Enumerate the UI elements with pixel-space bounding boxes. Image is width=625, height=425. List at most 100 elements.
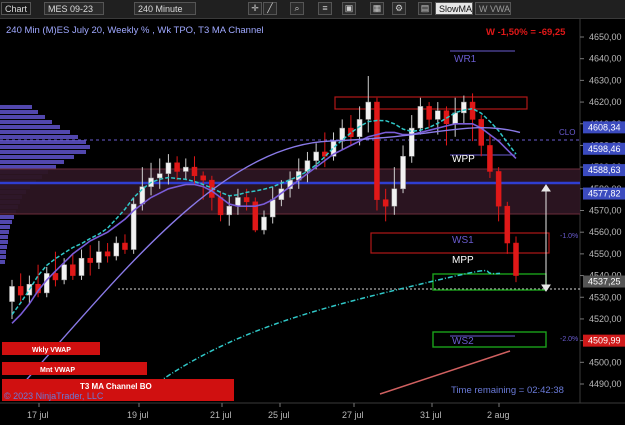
interval-selector[interactable]: 240 Minute xyxy=(134,2,196,15)
candle-body xyxy=(217,197,224,216)
candle xyxy=(252,197,259,233)
price-tick-label: 4530,00 xyxy=(589,292,622,302)
chart-tab[interactable]: Chart xyxy=(1,2,31,15)
price-chart[interactable]: Wkly VWAP Mnt VWAP T3 MA Channel BO © 20… xyxy=(0,19,625,425)
time-tick-label: 19 jul xyxy=(127,410,149,420)
price-tick-label: 4560,00 xyxy=(589,227,622,237)
settings-icon[interactable]: ⚙ xyxy=(392,2,406,15)
price-tick-label: 4490,00 xyxy=(589,379,622,389)
candle-body xyxy=(235,197,241,207)
instrument-selector[interactable]: MES 09-23 xyxy=(44,2,104,15)
candle-body xyxy=(200,175,206,181)
lock-icon[interactable]: ▣ xyxy=(342,2,356,15)
candle xyxy=(513,236,519,283)
price-label-text: 4509,99 xyxy=(588,336,621,346)
price-tick-label: 4620,00 xyxy=(589,97,622,107)
time-tick-label: 17 jul xyxy=(27,410,49,420)
candle-body xyxy=(269,199,276,218)
candle-body xyxy=(96,251,102,263)
candle-body xyxy=(104,251,111,257)
price-tick-label: 4520,00 xyxy=(589,314,622,324)
indicator-wvwap-button[interactable]: W VWAP xyxy=(475,2,511,15)
properties-icon[interactable]: ≡ xyxy=(318,2,332,15)
candle-body xyxy=(487,145,493,172)
clo-label: CLO xyxy=(559,128,575,137)
wpp-label: WPP xyxy=(452,154,475,165)
candle-body xyxy=(174,162,180,172)
wkly-vwap-label: Wkly VWAP xyxy=(32,347,71,354)
price-label-text: 4577,82 xyxy=(588,189,621,199)
indicator-slowma-button[interactable]: SlowMA xyxy=(435,2,473,15)
time-tick-label: 21 jul xyxy=(210,410,232,420)
candle-body xyxy=(87,257,93,263)
time-tick-label: 2 aug xyxy=(487,410,510,420)
grid-icon[interactable]: ▦ xyxy=(370,2,384,15)
price-label-text: 4608,34 xyxy=(588,122,621,132)
candle-body xyxy=(426,106,432,120)
candle-body xyxy=(417,106,424,129)
ws1-label: WS1 xyxy=(452,235,474,246)
mpp-label: MPP xyxy=(452,255,474,266)
candle-body xyxy=(391,188,398,207)
candle-body xyxy=(513,242,519,276)
candle-body xyxy=(226,205,232,216)
candle-body xyxy=(469,101,476,120)
candle-body xyxy=(183,166,189,172)
candle-body xyxy=(17,286,24,296)
candle-body xyxy=(70,264,76,276)
candle-body xyxy=(9,286,15,302)
candle xyxy=(130,197,137,254)
candle-body xyxy=(191,166,198,177)
candle-body xyxy=(139,186,146,205)
price-label-text: 4537,25 xyxy=(588,277,621,287)
toolbar: Chart MES 09-23 240 Minute ✛ ╱ ⌕ ≡ ▣ ▦ ⚙… xyxy=(0,0,625,19)
time-axis[interactable]: 17 jul 19 jul 21 jul 25 jul 27 jul 31 jul 2 au… xyxy=(27,403,510,420)
ws2-label: WS2 xyxy=(452,336,474,347)
time-tick-label: 27 jul xyxy=(342,410,364,420)
price-tick-label: 4640,00 xyxy=(589,54,622,64)
candle-body xyxy=(365,101,372,120)
candle-body xyxy=(243,197,250,203)
price-label-text: 4598,46 xyxy=(588,144,621,154)
candle-body xyxy=(408,127,415,157)
candle-body xyxy=(261,216,267,231)
candle-body xyxy=(52,273,59,281)
candle-body xyxy=(435,110,441,120)
candle xyxy=(374,97,380,211)
price-tick-label: 4500,00 xyxy=(589,357,622,367)
candle-body xyxy=(478,119,484,146)
wr1-label: WR1 xyxy=(454,54,477,65)
pct-minus-2-label: -2.0% xyxy=(560,336,578,343)
price-tick-label: 4630,00 xyxy=(589,75,622,85)
candle-body xyxy=(400,156,406,190)
candle-body xyxy=(504,205,511,244)
time-tick-label: 25 jul xyxy=(268,410,290,420)
weekly-change-text: W -1,50% = -69,25 xyxy=(486,27,566,38)
pointer-icon[interactable]: ▤ xyxy=(418,2,432,15)
mnt-vwap-label: Mnt VWAP xyxy=(40,367,75,374)
candle-body xyxy=(165,162,172,174)
time-remaining-text: Time remaining = 02:42:38 xyxy=(451,385,564,396)
copyright-text: © 2023 NinjaTrader, LLC xyxy=(4,391,104,401)
candle-body xyxy=(313,151,319,161)
candle-body xyxy=(61,264,67,281)
candle-body xyxy=(113,242,120,257)
chart-title: 240 Min (M)ES July 20, Weekly % , Wk TPO… xyxy=(6,25,264,36)
candle-body xyxy=(78,257,85,276)
price-tick-label: 4570,00 xyxy=(589,206,622,216)
candle-body xyxy=(156,173,163,179)
candle-body xyxy=(122,242,128,250)
t3-channel-label: T3 MA Channel BO xyxy=(80,382,152,391)
price-label-text: 4588,63 xyxy=(588,165,621,175)
draw-tool-icon[interactable]: ╱ xyxy=(263,2,277,15)
price-tick-label: 4550,00 xyxy=(589,249,622,259)
candle-body xyxy=(382,199,389,207)
candle-body xyxy=(348,127,354,138)
pct-minus-1-label: -1.0% xyxy=(560,233,578,240)
crosshair-icon[interactable]: ✛ xyxy=(248,2,262,15)
zoom-icon[interactable]: ⌕ xyxy=(290,2,304,15)
candle-body xyxy=(461,101,467,114)
price-tick-label: 4650,00 xyxy=(589,32,622,42)
candle-body xyxy=(374,101,380,200)
time-tick-label: 31 jul xyxy=(420,410,442,420)
